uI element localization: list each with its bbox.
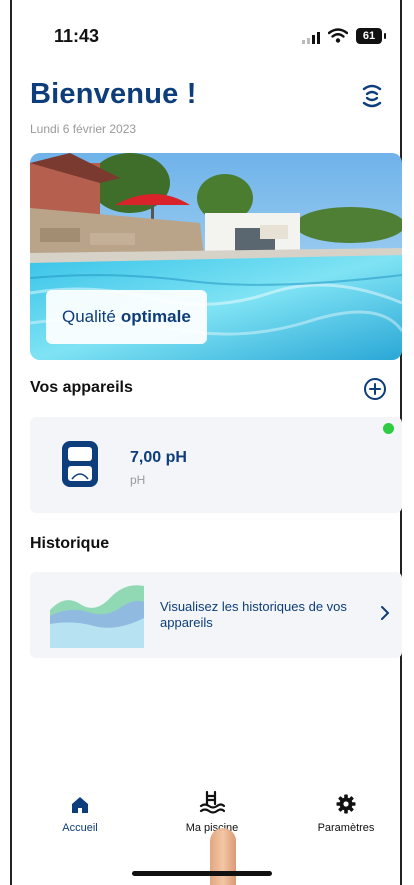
chevron-right-icon	[381, 606, 389, 620]
history-card[interactable]: Visualisez les historiques de vos appare…	[30, 572, 402, 658]
water-quality-badge: Qualité optimale	[46, 290, 207, 344]
nav-item-accueil[interactable]: Accueil	[25, 780, 135, 834]
water-quality-label: Qualité	[62, 307, 116, 326]
sensor-signal-icon	[362, 84, 382, 108]
nav-label-accueil: Accueil	[62, 822, 98, 834]
status-time: 11:43	[54, 26, 100, 46]
device-card-ph[interactable]: 7,00 pH pH	[30, 417, 402, 513]
nav-item-parametres[interactable]: Paramètres	[291, 780, 401, 834]
gear-icon	[336, 794, 356, 814]
history-card-text: Visualisez les historiques de vos appare…	[160, 599, 347, 630]
device-ph-value: 7,00 pH	[130, 449, 187, 466]
wifi-icon	[327, 28, 349, 49]
add-device-button[interactable]	[364, 378, 386, 400]
pool-hero-image: Qualité optimale	[30, 153, 402, 360]
status-bar: 11:43 61	[12, 20, 400, 50]
device-ph-unit: pH	[130, 473, 146, 487]
nav-item-ma-piscine[interactable]: Ma piscine	[157, 780, 267, 834]
pool-icon	[199, 790, 225, 814]
home-icon	[72, 797, 88, 813]
finger-touch-overlay	[210, 828, 236, 885]
devices-section-title: Vos appareils	[30, 379, 133, 396]
page-date: Lundi 6 février 2023	[30, 122, 137, 136]
water-quality-value: optimale	[120, 307, 191, 326]
page-title: Bienvenue !	[30, 78, 197, 110]
signal-icon	[302, 32, 320, 44]
sensor-signal-button[interactable]	[358, 82, 386, 110]
history-section-title: Historique	[30, 535, 110, 552]
nav-label-parametres: Paramètres	[317, 822, 375, 834]
phone-frame: 11:43 61 Bienvenue ! Lundi 6 février 202…	[10, 0, 402, 885]
bottom-navigation: Accueil Ma piscine Paramètres	[12, 780, 400, 850]
history-chart-icon	[50, 585, 144, 648]
battery-icon: 61	[356, 28, 386, 44]
home-indicator[interactable]	[132, 871, 272, 876]
ph-sensor-icon	[62, 441, 98, 487]
device-online-indicator	[383, 423, 394, 434]
plus-icon	[369, 383, 381, 395]
